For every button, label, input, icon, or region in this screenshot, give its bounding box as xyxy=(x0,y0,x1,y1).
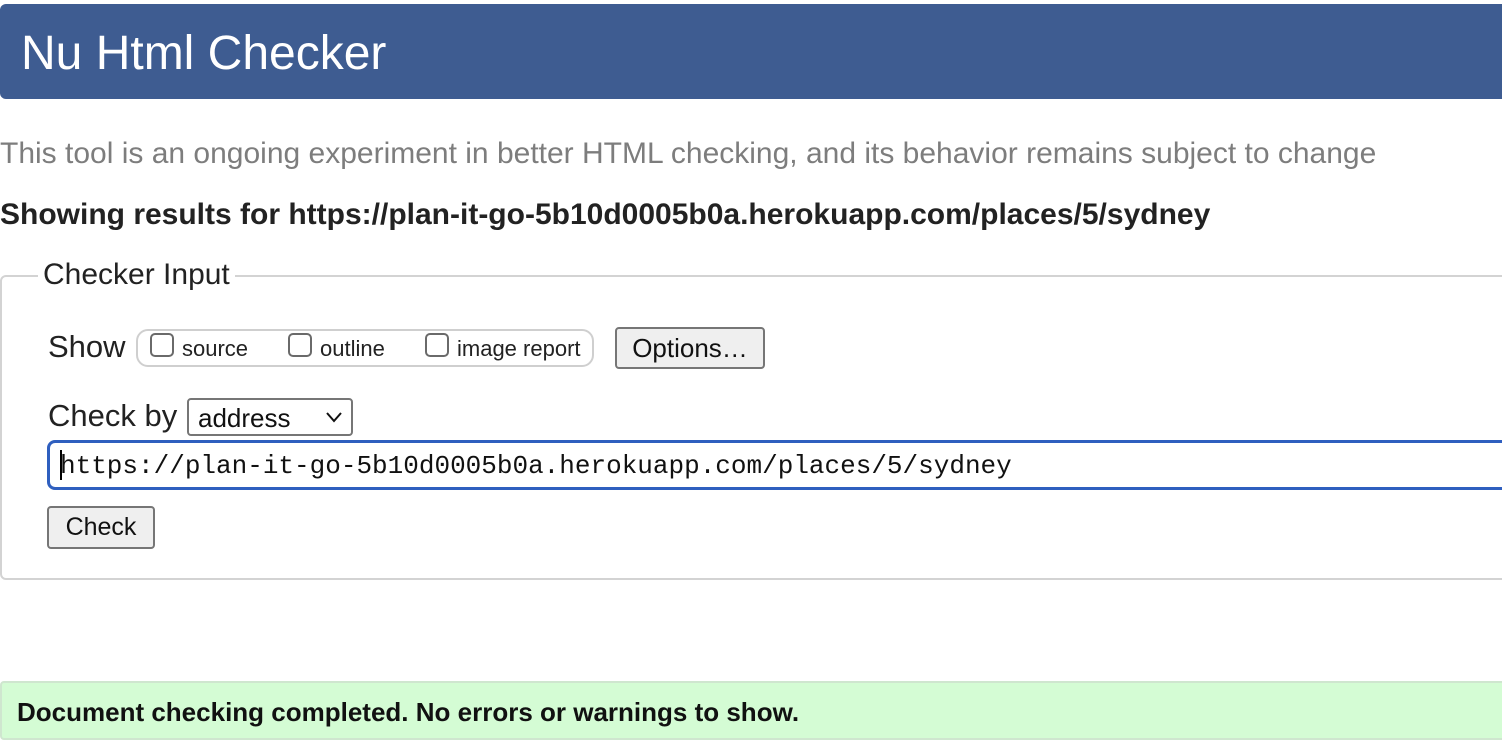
url-input-value: https://plan-it-go-5b10d0005b0a.herokuap… xyxy=(60,451,1012,481)
image-report-checkbox-label[interactable]: image report xyxy=(457,336,581,362)
check-button[interactable]: Check xyxy=(47,506,155,549)
outline-checkbox-label[interactable]: outline xyxy=(320,336,385,362)
image-report-checkbox[interactable] xyxy=(425,333,449,357)
check-by-selected-value: address xyxy=(198,403,291,433)
chevron-down-icon xyxy=(326,412,342,423)
source-checkbox-label[interactable]: source xyxy=(182,336,248,362)
url-input[interactable]: https://plan-it-go-5b10d0005b0a.herokuap… xyxy=(47,440,1502,490)
status-message: Document checking completed. No errors o… xyxy=(17,697,800,727)
status-banner: Document checking completed. No errors o… xyxy=(0,681,1502,740)
checker-input-legend: Checker Input xyxy=(38,256,235,294)
outline-checkbox[interactable] xyxy=(288,333,312,357)
page-header: Nu Html Checker xyxy=(0,4,1502,99)
tagline: This tool is an ongoing experiment in be… xyxy=(0,137,1377,170)
source-checkbox[interactable] xyxy=(150,333,174,357)
text-caret xyxy=(60,450,62,480)
show-label: Show xyxy=(48,329,126,364)
results-heading: Showing results for https://plan-it-go-5… xyxy=(0,198,1211,231)
page-title: Nu Html Checker xyxy=(21,27,387,80)
check-by-select[interactable]: address xyxy=(187,398,353,436)
options-button[interactable]: Options… xyxy=(615,327,765,369)
check-by-label: Check by xyxy=(48,398,178,433)
